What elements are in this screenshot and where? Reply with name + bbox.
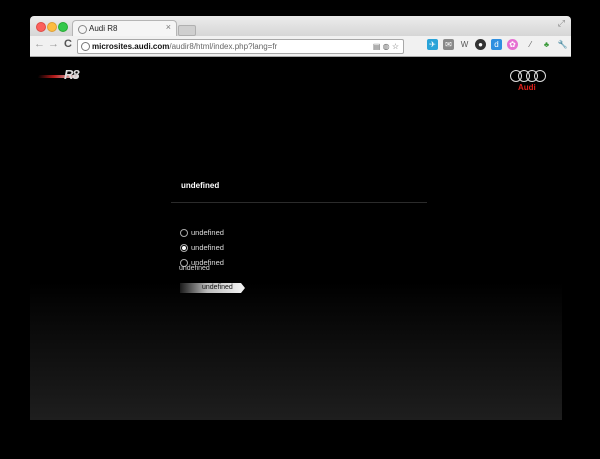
radio-label: undefined xyxy=(191,243,224,252)
radio-button[interactable] xyxy=(180,229,188,237)
maximize-window-button[interactable] xyxy=(58,22,68,32)
minimize-window-button[interactable] xyxy=(47,22,57,32)
forward-button[interactable]: → xyxy=(48,38,59,50)
field-label: undefined xyxy=(179,265,210,272)
r8-logo[interactable]: R8 xyxy=(37,67,98,85)
wrench-icon[interactable]: 🔧 xyxy=(557,39,568,50)
audi-logo[interactable]: Audi xyxy=(510,70,550,96)
omnibox-action-icons[interactable]: ▤ ◍ ☆ xyxy=(373,40,399,53)
radio-selected-dot xyxy=(182,246,186,250)
close-window-button[interactable] xyxy=(36,22,46,32)
form-title: undefined xyxy=(181,181,220,190)
reload-button[interactable]: C xyxy=(64,38,72,50)
submit-label: undefined xyxy=(202,284,233,291)
scrollbar[interactable] xyxy=(562,57,571,420)
divider xyxy=(171,202,427,203)
browser-window: Audi R8 × ⤢ ← → C microsites.audi.com/au… xyxy=(30,16,571,420)
r8-logo-text: R8 xyxy=(64,67,80,82)
submit-arrow-icon xyxy=(241,283,245,293)
twitter-icon[interactable]: ✈ xyxy=(427,39,438,50)
submit-button[interactable]: undefined xyxy=(180,283,245,293)
eyedropper-icon[interactable]: ⁄ xyxy=(525,39,536,50)
record-icon[interactable]: ● xyxy=(475,39,486,50)
fullscreen-icon[interactable]: ⤢ xyxy=(558,18,565,29)
audi-wordmark: Audi xyxy=(518,83,536,92)
tab-close-icon[interactable]: × xyxy=(166,22,171,32)
radio-button[interactable] xyxy=(180,244,188,252)
back-button[interactable]: ← xyxy=(34,38,45,50)
w-icon[interactable]: W xyxy=(459,39,470,50)
title-bar: Audi R8 × ⤢ xyxy=(30,16,571,37)
favicon-icon xyxy=(78,25,87,34)
d-icon[interactable]: d xyxy=(491,39,502,50)
radio-label: undefined xyxy=(191,228,224,237)
address-bar[interactable]: microsites.audi.com/audir8/html/index.ph… xyxy=(77,39,404,54)
bug-icon[interactable]: ♣ xyxy=(541,39,552,50)
globe-icon xyxy=(81,42,90,51)
browser-toolbar: ← → C microsites.audi.com/audir8/html/in… xyxy=(30,36,571,57)
audi-rings-icon xyxy=(510,70,550,82)
new-tab-button[interactable] xyxy=(178,25,196,36)
url-text: microsites.audi.com/audir8/html/index.ph… xyxy=(92,42,278,51)
tab-title: Audi R8 xyxy=(89,24,118,33)
tab-audi-r8[interactable]: Audi R8 × xyxy=(72,20,177,37)
page-content: R8 Audi undefined undefined undefined un… xyxy=(30,57,562,420)
mail-icon[interactable]: ✉ xyxy=(443,39,454,50)
color-wheel-icon[interactable]: ✿ xyxy=(507,39,518,50)
